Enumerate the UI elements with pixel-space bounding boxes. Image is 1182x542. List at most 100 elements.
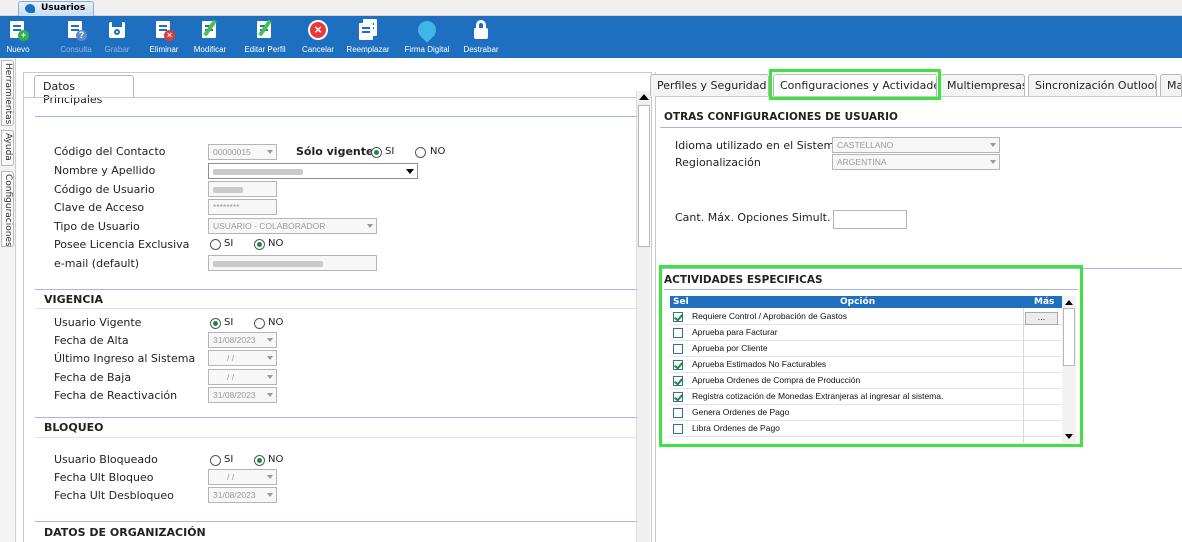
activity-checkbox[interactable] <box>673 408 683 418</box>
activity-row[interactable]: Aprueba por Cliente <box>670 341 1062 357</box>
section-divider <box>660 127 1182 128</box>
label-licencia-exclusiva: Posee Licencia Exclusiva <box>54 238 190 251</box>
activity-label: Requiere Control / Aprobación de Gastos <box>692 311 847 321</box>
unlock-button[interactable]: Destrabar <box>459 16 503 58</box>
scroll-up-icon[interactable] <box>1065 300 1073 305</box>
activity-row[interactable]: Genera Ordenes de Pago <box>670 405 1062 421</box>
delete-doc-icon: × <box>153 19 175 41</box>
tab-divider <box>655 96 1182 97</box>
query-doc-icon: ? <box>65 19 87 41</box>
delete-button[interactable]: × Eliminar <box>144 16 184 58</box>
activity-row[interactable]: Aprueba Estimados No Facturables <box>670 357 1062 373</box>
chevron-down-icon <box>990 143 996 147</box>
window-tab-usuarios[interactable]: Usuarios <box>18 1 95 16</box>
tab-sincronizacion-outlook[interactable]: Sincronización Outlook <box>1028 74 1157 96</box>
replace-icon <box>357 19 379 41</box>
licencia-no-radio[interactable] <box>254 239 265 250</box>
activity-row[interactable]: Aprueba para Facturar <box>670 325 1062 341</box>
licencia-si-radio[interactable] <box>210 239 221 250</box>
modify-button[interactable]: Modificar <box>187 16 233 58</box>
left-scrollbar[interactable] <box>636 91 650 542</box>
cancel-button[interactable]: × Cancelar <box>296 16 340 58</box>
col-header-sel: Sel <box>673 297 689 307</box>
fecha-ult-desbloqueo-field[interactable]: 31/08/2023 <box>208 487 277 503</box>
redacted-value <box>213 168 303 175</box>
activity-checkbox[interactable] <box>673 360 683 370</box>
cant-max-opciones-field[interactable] <box>833 210 907 229</box>
tab-configuraciones-actividades[interactable]: Configuraciones y Actividades <box>773 74 937 96</box>
fecha-baja-field[interactable]: / / <box>208 369 277 385</box>
section-divider <box>660 268 1182 269</box>
activity-row[interactable]: Registra cotización de Monedas Extranjer… <box>670 389 1062 405</box>
window-titlebar: Usuarios <box>0 0 1182 16</box>
digital-signature-button[interactable]: Firma Digital <box>397 16 457 58</box>
scroll-down-icon[interactable] <box>1065 434 1073 439</box>
fecha-alta-field[interactable]: 31/08/2023 <box>208 332 277 348</box>
new-button[interactable]: + Nuevo <box>2 16 34 58</box>
grid-header: Sel Opción Más <box>670 296 1076 308</box>
fecha-reactivacion-field[interactable]: 31/08/2023 <box>208 387 277 403</box>
section-title-otras-config: OTRAS CONFIGURACIONES DE USUARIO <box>664 111 898 123</box>
scroll-thumb[interactable] <box>638 105 650 247</box>
col-header-opcion: Opción <box>840 297 876 307</box>
tab-ma[interactable]: Ma <box>1160 74 1182 96</box>
label-clave-acceso: Clave de Acceso <box>54 201 145 214</box>
vigente-no-radio[interactable] <box>254 318 265 329</box>
label-usuario-bloqueado: Usuario Bloqueado <box>54 453 158 466</box>
vigente-si-radio[interactable] <box>210 318 221 329</box>
tab-perfiles-seguridad[interactable]: Perfiles y Seguridad <box>650 74 769 96</box>
codigo-usuario-field[interactable] <box>208 181 277 197</box>
solo-vigentes-si-radio[interactable] <box>371 147 382 158</box>
replace-button[interactable]: Reemplazar <box>341 16 395 58</box>
activity-checkbox[interactable] <box>673 424 683 434</box>
activity-checkbox[interactable] <box>673 328 683 338</box>
unlock-icon <box>470 19 492 41</box>
clave-acceso-field[interactable]: ******** <box>208 199 277 215</box>
scroll-up-icon[interactable] <box>639 94 649 100</box>
section-title-bloqueo: BLOQUEO <box>44 421 104 434</box>
ultimo-ingreso-field[interactable]: / / <box>208 350 277 366</box>
chevron-down-icon <box>267 338 273 342</box>
save-button[interactable]: Grabar <box>101 16 133 58</box>
radio-label-no: NO <box>268 454 284 465</box>
edit-profile-button[interactable]: Editar Perfil <box>237 16 293 58</box>
codigo-contacto-select[interactable]: 00000015 <box>208 144 277 160</box>
activity-label: Genera Ordenes de Pago <box>692 407 790 417</box>
activity-checkbox[interactable] <box>673 392 683 402</box>
idioma-select[interactable]: CASTELLANO <box>832 137 1000 153</box>
side-tab-ayuda[interactable]: Ayuda <box>1 130 14 166</box>
save-disk-icon <box>106 19 128 41</box>
tab-datos-principales[interactable]: Datos Principales <box>34 75 134 106</box>
bloqueado-si-radio[interactable] <box>210 455 221 466</box>
side-tab-configuraciones[interactable]: Configuraciones <box>1 171 14 247</box>
activity-row[interactable]: Requiere Control / Aprobación de Gastos <box>670 309 1062 325</box>
radio-label-si: SI <box>385 146 395 157</box>
tab-divider <box>24 97 651 98</box>
tipo-usuario-select[interactable]: USUARIO - COLABORADOR <box>208 218 377 234</box>
section-divider <box>35 116 637 117</box>
chevron-down-icon <box>990 160 996 164</box>
fecha-ult-bloqueo-field[interactable]: / / <box>208 469 277 485</box>
radio-label-si: SI <box>224 238 234 249</box>
tab-multiempresas[interactable]: Multiempresas <box>940 74 1025 96</box>
section-divider <box>35 417 637 418</box>
query-button[interactable]: ? Consulta <box>54 16 98 58</box>
activity-row[interactable]: Aprueba Ordenes de Compra de Producción <box>670 373 1062 389</box>
bloqueado-no-radio[interactable] <box>254 455 265 466</box>
nombre-apellido-select[interactable] <box>208 163 418 179</box>
label-cant-max-opciones: Cant. Máx. Opciones Simult. <box>675 211 831 224</box>
activity-checkbox[interactable] <box>673 312 683 322</box>
grid-scrollbar[interactable] <box>1062 296 1076 443</box>
solo-vigentes-no-radio[interactable] <box>415 147 426 158</box>
label-fecha-baja: Fecha de Baja <box>54 371 132 384</box>
activity-checkbox[interactable] <box>673 376 683 386</box>
regionalizacion-select[interactable]: ARGENTINA <box>832 154 1000 170</box>
scroll-thumb[interactable] <box>1063 308 1075 366</box>
activity-checkbox[interactable] <box>673 344 683 354</box>
chevron-down-icon <box>267 356 273 360</box>
side-tab-herramientas[interactable]: Herramientas <box>1 60 14 126</box>
cancel-icon: × <box>307 19 329 41</box>
activity-row[interactable]: Libra Ordenes de Pago <box>670 421 1062 437</box>
more-button[interactable]: ... <box>1025 312 1058 325</box>
email-field[interactable] <box>208 255 377 271</box>
